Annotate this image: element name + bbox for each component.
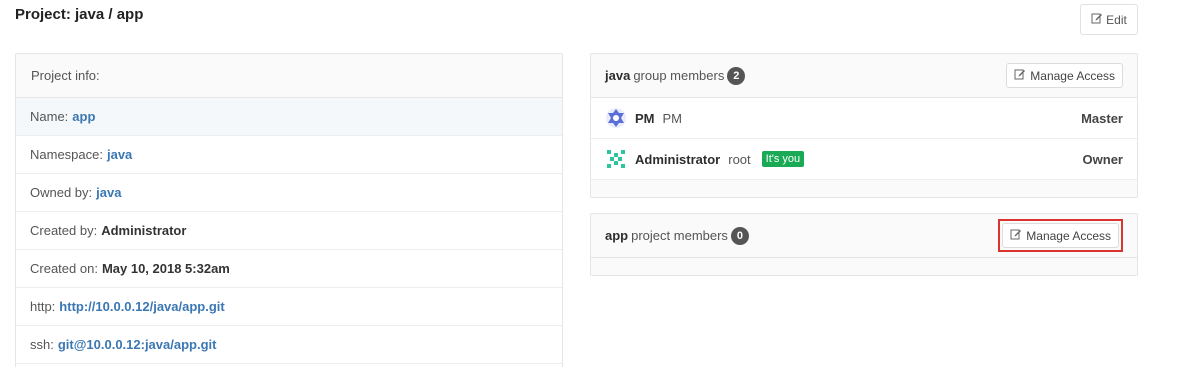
project-members-label: project members — [631, 228, 728, 243]
member-role: Owner — [1082, 151, 1123, 167]
info-row-http: http: http://10.0.0.12/java/app.git — [16, 288, 562, 326]
info-label: http: — [30, 299, 56, 314]
info-row-ssh: ssh: git@10.0.0.12:java/app.git — [16, 326, 562, 364]
info-label: Owned by: — [30, 185, 93, 200]
member-name[interactable]: PM — [635, 111, 655, 126]
avatar[interactable] — [605, 148, 627, 170]
highlight-box: Manage Access — [998, 219, 1123, 252]
project-members-title: app project members 0 — [605, 226, 749, 245]
member-role: Master — [1081, 110, 1123, 126]
member-username: PM — [662, 110, 683, 126]
member-name[interactable]: Administrator — [635, 152, 720, 167]
project-info-panel: Project info: Name: app Namespace: java … — [15, 53, 563, 367]
project-manage-access-button[interactable]: Manage Access — [1002, 223, 1119, 248]
created-on-value: May 10, 2018 5:32am — [101, 261, 230, 276]
edit-icon — [1014, 68, 1026, 83]
group-members-title: java group members 2 — [605, 66, 746, 85]
project-name-link[interactable]: app — [72, 109, 95, 124]
group-name: java — [605, 68, 631, 83]
info-label: Created by: — [30, 223, 98, 238]
edit-icon — [1091, 12, 1103, 27]
member-row: Administrator root It's you Owner — [591, 139, 1137, 180]
project-members-panel: app project members 0 Manage Access — [590, 213, 1138, 276]
info-row-namespace: Namespace: java — [16, 136, 562, 174]
project-info-heading: Project info: — [16, 54, 562, 98]
namespace-link[interactable]: java — [107, 147, 132, 162]
ssh-clone-link[interactable]: git@10.0.0.12:java/app.git — [58, 337, 217, 352]
its-you-badge: It's you — [761, 151, 805, 167]
group-manage-access-button[interactable]: Manage Access — [1006, 63, 1123, 88]
creator-value: Administrator — [101, 223, 187, 238]
group-members-header: java group members 2 Manage Access — [591, 54, 1137, 98]
edit-button[interactable]: Edit — [1080, 4, 1138, 35]
info-row-name: Name: app — [16, 98, 562, 136]
info-row-creator: Created by: Administrator — [16, 212, 562, 250]
info-label: ssh: — [30, 337, 54, 352]
project-name: app — [605, 228, 629, 243]
edit-button-label: Edit — [1106, 12, 1127, 27]
info-row-created-on: Created on: May 10, 2018 5:32am — [16, 250, 562, 288]
member-username: root — [728, 151, 751, 167]
avatar[interactable] — [605, 107, 627, 129]
owner-link[interactable]: java — [96, 185, 121, 200]
group-members-label: group members — [633, 68, 725, 83]
member-row: PM PM Master — [591, 98, 1137, 139]
info-label: Name: — [30, 109, 69, 124]
info-label: Namespace: — [30, 147, 103, 162]
project-manage-access-label: Manage Access — [1026, 228, 1111, 243]
page-title: Project: java / app — [15, 6, 144, 23]
panel-footer — [591, 258, 1137, 275]
group-members-count: 2 — [727, 66, 746, 85]
info-row-owner: Owned by: java — [16, 174, 562, 212]
panel-footer — [591, 180, 1137, 197]
project-members-header: app project members 0 Manage Access — [591, 214, 1137, 258]
http-clone-link[interactable]: http://10.0.0.12/java/app.git — [59, 299, 224, 314]
group-members-panel: java group members 2 Manage Access PM PM… — [590, 53, 1138, 198]
project-members-count: 0 — [730, 226, 749, 245]
info-label: Created on: — [30, 261, 98, 276]
edit-icon — [1010, 228, 1022, 243]
group-manage-access-label: Manage Access — [1030, 68, 1115, 83]
